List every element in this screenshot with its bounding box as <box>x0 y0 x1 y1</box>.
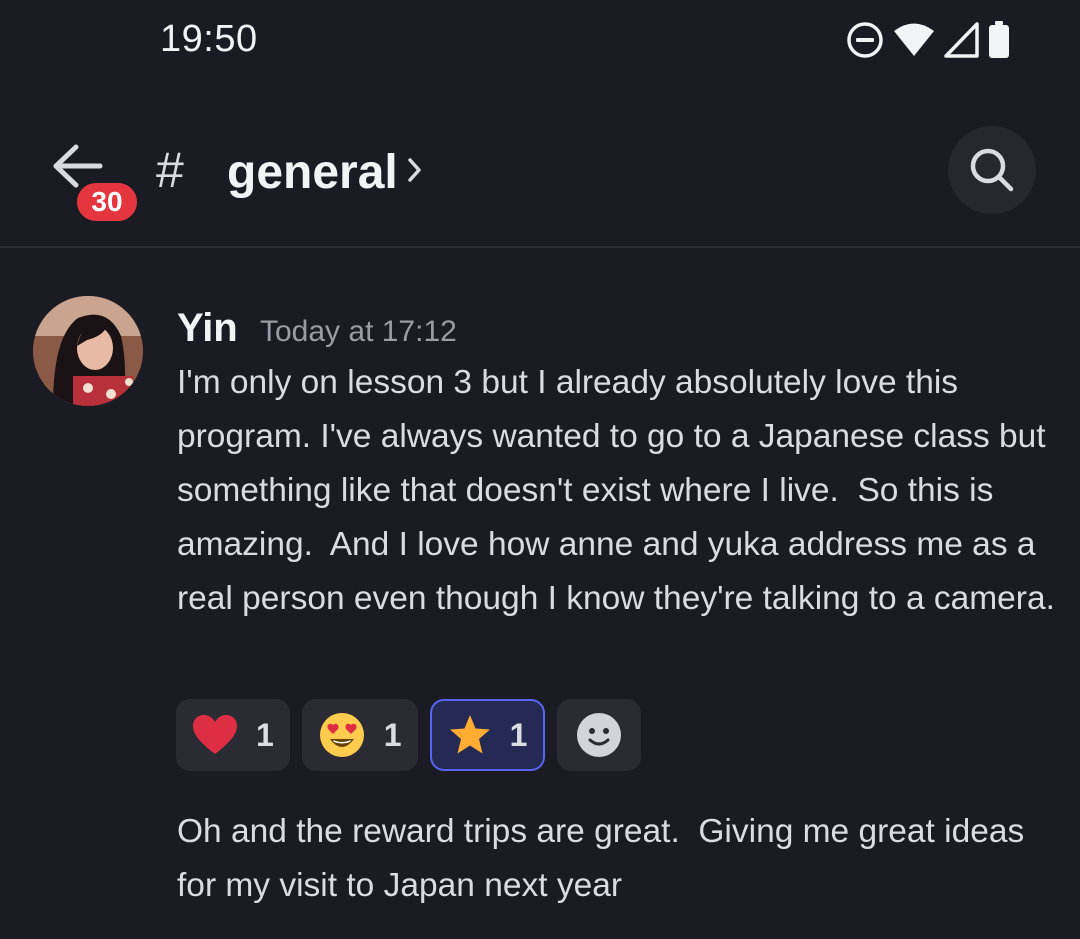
star-icon <box>449 715 490 754</box>
add-reaction-icon <box>577 713 622 757</box>
reaction-count: 1 <box>383 716 402 753</box>
red-heart-icon <box>193 715 237 754</box>
heart-eyes-face-icon <box>319 713 364 757</box>
channel-header: 30 # general <box>0 100 1080 245</box>
reaction-heart-eyes[interactable]: 1 <box>301 699 418 771</box>
reaction-count: 1 <box>256 716 274 753</box>
header-divider <box>0 246 1080 248</box>
channel-hash-icon: # <box>156 142 184 198</box>
message-text: I'm only on lesson 3 but I already absol… <box>177 364 1055 617</box>
followup-message-text: Oh and the reward trips are great. Givin… <box>177 813 1034 904</box>
reaction-heart[interactable]: 1 <box>176 699 290 771</box>
message-author[interactable]: Yin <box>177 304 238 352</box>
reaction-bar: 1 1 1 <box>176 699 642 771</box>
status-time: 19:50 <box>160 18 258 60</box>
do-not-disturb-icon <box>846 21 884 59</box>
message-timestamp: Today at 17:12 <box>260 315 457 348</box>
search-button[interactable] <box>948 126 1036 214</box>
status-bar: 19:50 <box>0 0 1080 80</box>
wifi-icon <box>892 22 936 58</box>
signal-icon <box>944 22 980 58</box>
add-reaction-button[interactable] <box>557 699 642 771</box>
avatar[interactable] <box>33 296 143 406</box>
reaction-star[interactable]: 1 <box>429 699 546 771</box>
chevron-right-icon[interactable] <box>404 152 426 193</box>
status-icons <box>846 20 1010 60</box>
search-icon <box>970 148 1014 192</box>
unread-badge: 30 <box>74 180 140 224</box>
battery-icon <box>988 21 1010 59</box>
channel-name[interactable]: general <box>227 142 398 204</box>
reaction-count: 1 <box>509 716 528 753</box>
